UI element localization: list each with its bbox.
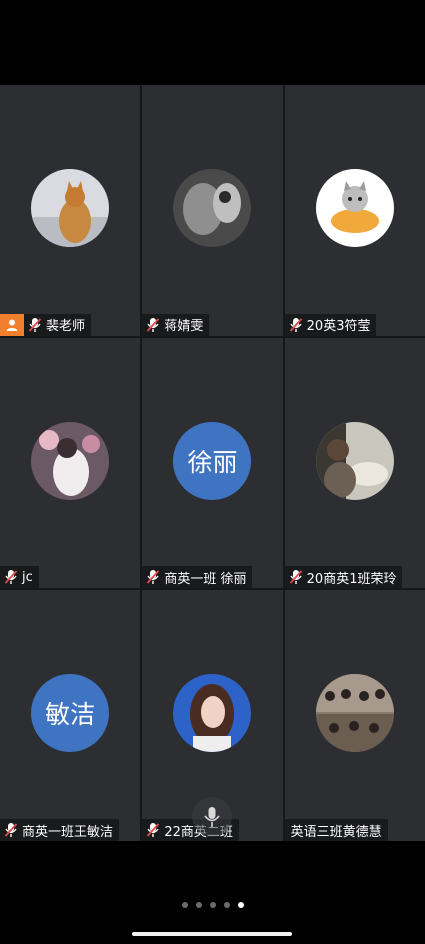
participant-label: 20商英1班荣玲 <box>284 566 403 589</box>
mic-muted-icon <box>142 819 164 841</box>
participant-name: 20英3符莹 <box>306 319 371 335</box>
person-icon <box>6 319 18 331</box>
participant-label: 裴老师 <box>0 313 92 336</box>
participant-avatar <box>315 421 394 500</box>
mic-muted-icon <box>142 566 164 588</box>
participant-name: jc <box>22 569 33 585</box>
participant-name: 蒋婧雯 <box>164 319 204 335</box>
participant-avatar: 徐丽 <box>173 421 252 500</box>
participant-tile[interactable]: jc <box>0 337 141 589</box>
mic-muted-icon <box>285 566 307 588</box>
participant-tile[interactable]: 20商英1班荣玲 <box>284 337 425 589</box>
participant-name: 英语三班黄德慧 <box>290 824 382 840</box>
participant-label: 蒋婧雯 <box>142 313 210 336</box>
page-dot[interactable] <box>195 902 202 908</box>
participant-avatar <box>173 674 252 753</box>
floating-mic-button[interactable] <box>192 797 232 837</box>
participant-tile[interactable]: 20英3符莹 <box>284 85 425 336</box>
participant-label: 英语三班黄德慧 <box>284 819 388 841</box>
home-indicator[interactable] <box>132 932 292 936</box>
mic-muted-icon <box>24 314 46 336</box>
page-dot[interactable] <box>181 902 188 908</box>
participant-avatar <box>315 674 394 753</box>
mic-icon <box>204 807 220 827</box>
participant-avatar <box>173 169 252 247</box>
participant-avatar <box>31 421 110 500</box>
participant-tile[interactable]: 敏洁 商英一班王敏洁 <box>0 590 141 841</box>
mic-muted-icon <box>142 314 164 336</box>
participant-label: jc <box>0 566 39 589</box>
host-badge <box>0 313 24 336</box>
participant-name: 20商英1班荣玲 <box>306 571 397 587</box>
mic-muted-icon <box>0 819 22 841</box>
avatar-text: 徐丽 <box>187 447 238 477</box>
participant-avatar: 敏洁 <box>31 674 110 753</box>
avatar-text: 敏洁 <box>45 700 96 730</box>
participant-label: 商英一班王敏洁 <box>0 819 120 841</box>
page-dot[interactable] <box>209 902 216 908</box>
page-indicator <box>0 902 425 908</box>
participant-grid: 裴老师 蒋婧雯 20英3符莹 jc 徐丽 商英一班 徐丽 20商英1班荣玲 敏洁… <box>0 85 425 841</box>
participant-tile[interactable]: 蒋婧雯 <box>142 85 283 336</box>
participant-tile[interactable]: 裴老师 <box>0 85 141 336</box>
participant-name: 商英一班 徐丽 <box>164 571 247 587</box>
participant-avatar <box>31 169 110 247</box>
mic-muted-icon <box>285 314 307 336</box>
participant-name: 裴老师 <box>46 319 86 335</box>
participant-label: 商英一班 徐丽 <box>142 566 253 589</box>
participant-tile[interactable]: 英语三班黄德慧 <box>284 590 425 841</box>
participant-label: 20英3符莹 <box>284 313 377 336</box>
page-dot-active[interactable] <box>237 902 244 908</box>
mic-muted-icon <box>0 566 22 588</box>
participant-tile[interactable]: 徐丽 商英一班 徐丽 <box>142 337 283 589</box>
participant-avatar <box>315 169 394 247</box>
participant-name: 商英一班王敏洁 <box>22 824 114 840</box>
page-dot[interactable] <box>223 902 230 908</box>
